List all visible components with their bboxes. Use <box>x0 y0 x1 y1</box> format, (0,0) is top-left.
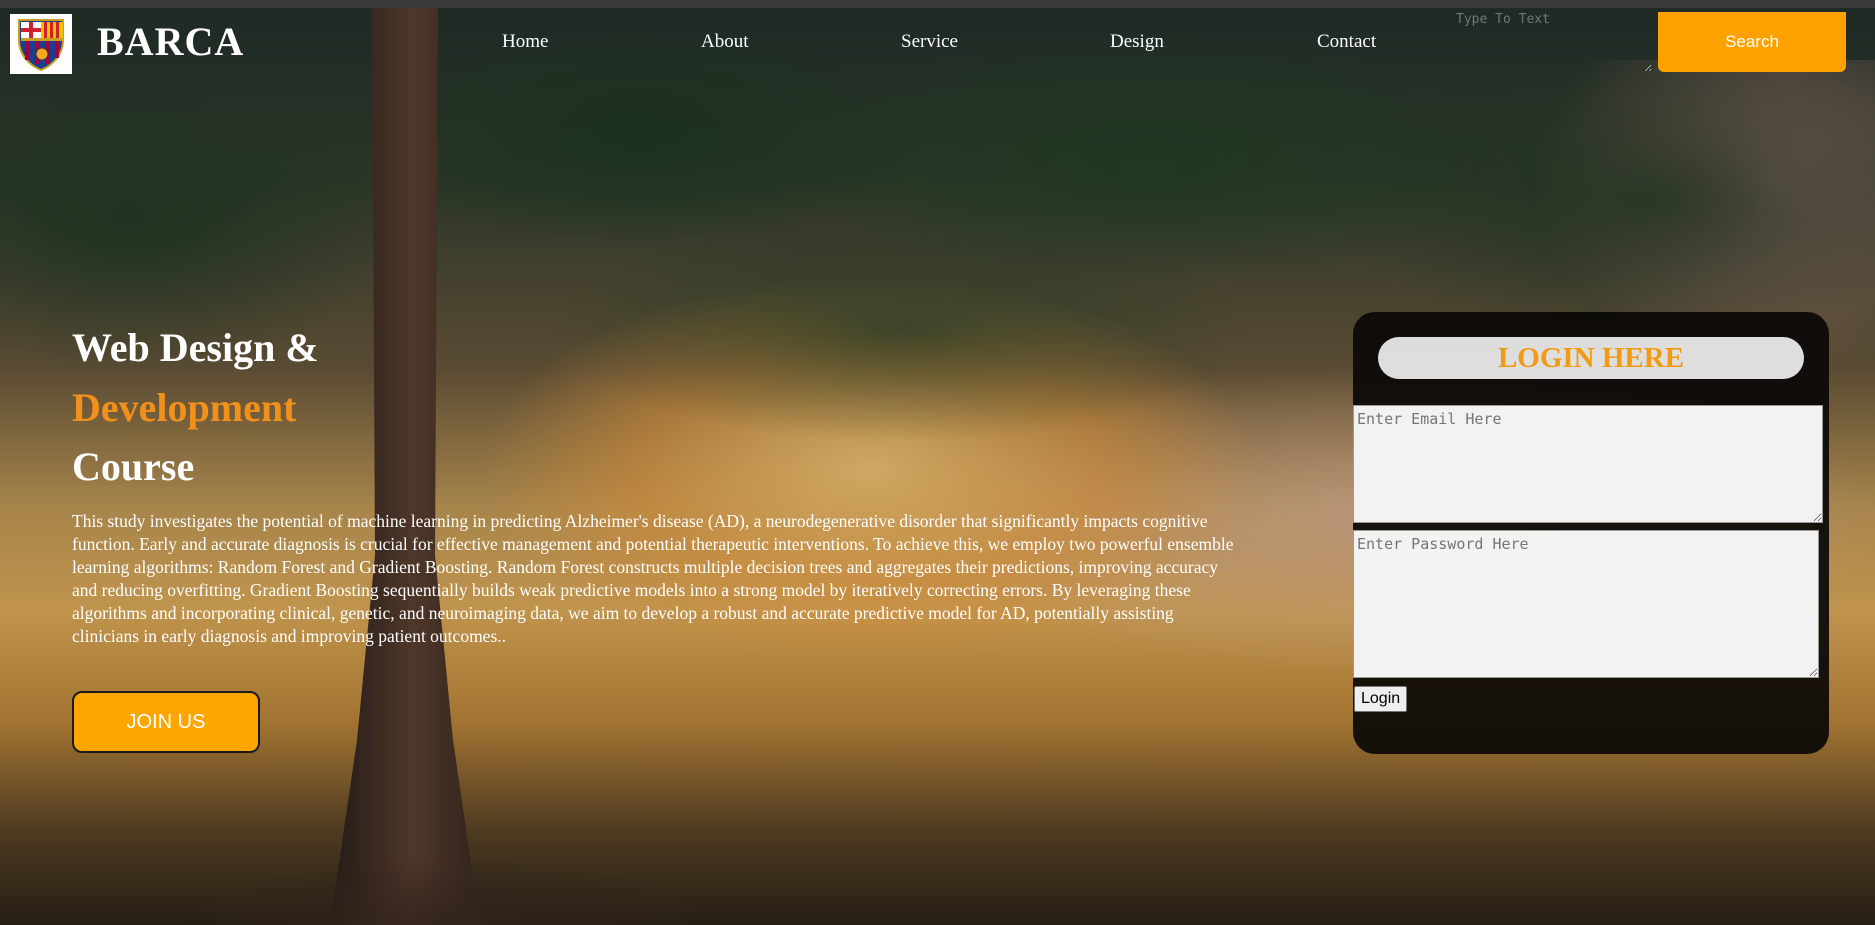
nav-design[interactable]: Design <box>1110 31 1164 53</box>
join-us-button[interactable]: JOIN US <box>72 691 260 753</box>
hero-title-line1: Web Design & <box>72 325 319 370</box>
nav-contact[interactable]: Contact <box>1317 31 1376 53</box>
hero-description: This study investigates the potential of… <box>72 511 1234 646</box>
hero-title-line2: Development <box>72 385 297 430</box>
login-card: LOGIN HERE Login <box>1353 312 1829 754</box>
nav-service[interactable]: Service <box>901 31 958 53</box>
brand-name: BARCA <box>97 19 245 64</box>
browser-top-strip <box>0 0 1875 8</box>
password-field[interactable] <box>1353 530 1819 678</box>
login-title: LOGIN HERE <box>1378 337 1804 379</box>
search-input[interactable] <box>1452 10 1652 72</box>
nav-about[interactable]: About <box>701 31 749 53</box>
hero-title-line3: Course <box>72 444 195 489</box>
email-field[interactable] <box>1353 405 1823 523</box>
nav-home[interactable]: Home <box>502 31 548 53</box>
fc-barcelona-crest-icon[interactable] <box>10 14 72 74</box>
search-button[interactable]: Search <box>1658 12 1846 72</box>
login-button[interactable]: Login <box>1354 686 1408 712</box>
